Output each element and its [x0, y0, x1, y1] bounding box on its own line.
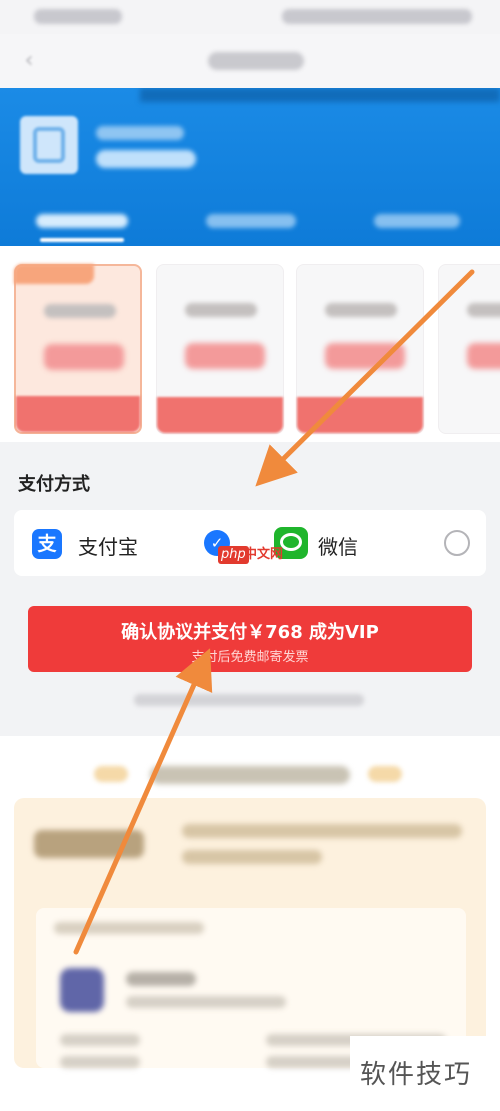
plan-price-blurred: [185, 343, 265, 369]
plan-name-blurred: [325, 303, 397, 317]
status-icons-blurred: [282, 9, 472, 24]
active-tab-indicator: [40, 238, 124, 242]
tab-vip-blurred[interactable]: [36, 214, 128, 228]
payment-methods: 支 支付宝 ✓ 微信: [14, 510, 486, 576]
plan-price-blurred: [44, 344, 124, 370]
status-time-blurred: [34, 9, 122, 24]
username-blurred: [96, 126, 184, 140]
plan-tag-blurred: [297, 397, 423, 433]
benefits-title-blurred: [150, 766, 350, 784]
back-arrow-icon[interactable]: ‹: [16, 48, 42, 74]
tab-second-blurred[interactable]: [206, 214, 296, 228]
status-bar: [0, 0, 500, 34]
title-decoration-right: [368, 766, 402, 782]
corner-watermark-text: 软件技巧: [360, 1060, 473, 1090]
detail-avatar-blurred: [60, 968, 104, 1012]
tab-third-blurred[interactable]: [374, 214, 460, 228]
wechat-bubble-icon: [280, 533, 302, 551]
plan-tag-blurred: [157, 397, 283, 433]
plan-list: [0, 246, 500, 442]
vip-header: [0, 88, 500, 246]
plan-card[interactable]: [156, 264, 284, 434]
payment-section-title: 支付方式: [18, 474, 90, 495]
detail-row-blurred: [60, 1034, 140, 1046]
benefit-text-blurred: [182, 824, 462, 838]
header-stripe: [140, 88, 500, 102]
plan-card-selected[interactable]: [14, 264, 142, 434]
nav-bar: ‹: [0, 34, 500, 88]
detail-name-blurred: [126, 972, 196, 986]
radio-unchecked-icon[interactable]: [444, 530, 470, 556]
plan-card[interactable]: [296, 264, 424, 434]
payment-option-label: 支付宝: [78, 535, 138, 559]
plan-price-blurred: [467, 343, 500, 369]
alipay-icon: 支: [32, 529, 62, 559]
confirm-pay-button[interactable]: 确认协议并支付￥768 成为VIP 支付后免费邮寄发票: [28, 606, 472, 672]
confirm-pay-label: 确认协议并支付￥768 成为VIP: [121, 622, 379, 643]
payment-option-label: 微信: [318, 535, 358, 559]
corner-watermark: 软件技巧: [350, 1036, 500, 1111]
invoice-note: 支付后免费邮寄发票: [191, 650, 309, 665]
avatar[interactable]: [20, 116, 78, 174]
detail-row-blurred: [60, 1056, 140, 1068]
detail-header-blurred: [54, 922, 204, 934]
detail-desc-blurred: [126, 996, 286, 1008]
benefits-card: [14, 798, 486, 1068]
agreement-text-blurred[interactable]: [134, 694, 364, 706]
benefit-text-blurred: [182, 850, 322, 864]
plan-tag-blurred: [16, 396, 140, 432]
plan-name-blurred: [467, 303, 500, 317]
title-decoration-left: [94, 766, 128, 782]
plan-card[interactable]: [438, 264, 500, 434]
payment-option-wechat[interactable]: 微信: [258, 510, 486, 576]
avatar-face-icon: [33, 127, 65, 163]
plan-price-blurred: [325, 343, 405, 369]
payment-option-alipay[interactable]: 支 支付宝 ✓: [14, 510, 254, 576]
plan-name-blurred: [185, 303, 257, 317]
page-title-blurred: [208, 52, 304, 70]
member-tag-blurred: [96, 150, 196, 168]
plan-name-blurred: [44, 304, 116, 318]
benefit-logo-blurred: [34, 830, 144, 858]
watermark-site: 中文网: [244, 547, 284, 562]
plan-ribbon: [14, 264, 94, 284]
